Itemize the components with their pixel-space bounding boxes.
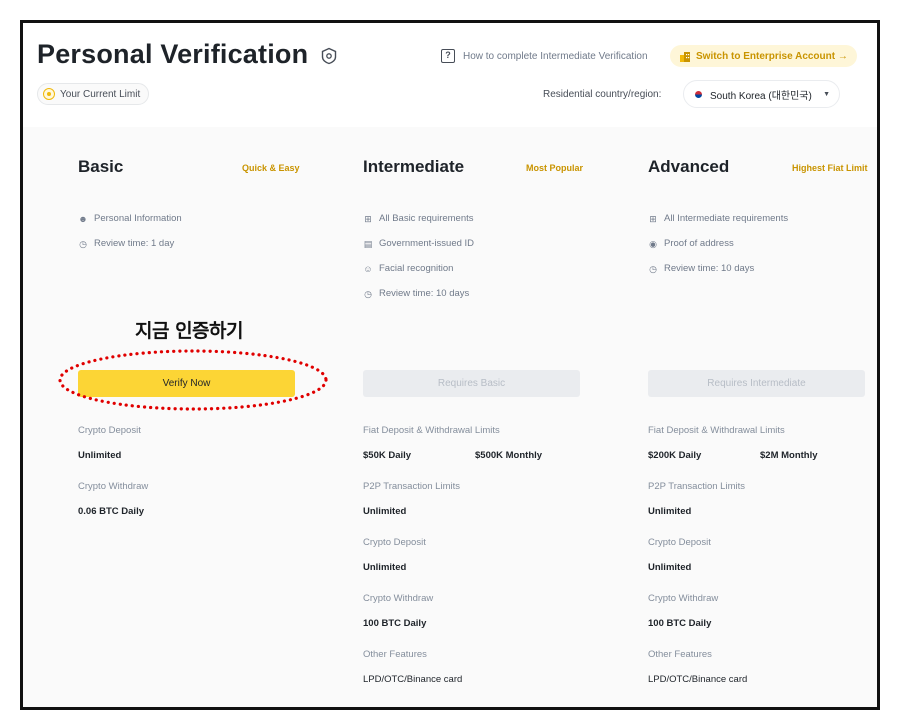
building-icon xyxy=(680,51,690,62)
requirement-item: ◷ Review time: 10 days xyxy=(363,288,469,299)
requirement-text: Proof of address xyxy=(664,238,734,249)
limit-value: $50K Daily xyxy=(363,450,412,461)
country-value: South Korea (대한민국) xyxy=(710,90,812,102)
limit-value: Unlimited xyxy=(363,506,407,517)
tier-name: Intermediate xyxy=(363,157,465,176)
limit-value: 0.06 BTC Daily xyxy=(78,506,144,517)
limit-label: Crypto Deposit xyxy=(78,425,141,436)
limit-value: Unlimited xyxy=(648,506,692,517)
limit-value: Unlimited xyxy=(78,450,122,461)
document-icon: ? xyxy=(441,49,455,63)
chevron-down-icon: ▼ xyxy=(823,91,830,98)
requirement-text: Review time: 10 days xyxy=(379,288,470,299)
requirement-text: Review time: 10 days xyxy=(664,263,755,274)
requirement-text: Government-issued ID xyxy=(379,238,475,249)
requirement-item: ⊞ All Intermediate requirements xyxy=(648,213,788,224)
page-header: Personal Verification Your Current Limit… xyxy=(23,23,877,127)
current-limit-label: Your Current Limit xyxy=(60,88,141,100)
person-icon: ☻ xyxy=(78,213,88,224)
face-icon: ☺ xyxy=(363,263,373,274)
requirement-item: ◉ Proof of address xyxy=(648,238,734,249)
korea-flag-icon xyxy=(692,89,704,99)
switch-enterprise-button[interactable]: Switch to Enterprise Account → xyxy=(670,45,857,67)
clock-icon: ◷ xyxy=(364,288,372,299)
limit-value: $2M Monthly xyxy=(760,450,818,461)
current-limit-button[interactable]: Your Current Limit xyxy=(37,83,150,105)
limit-value: 100 BTC Daily xyxy=(648,618,712,629)
shield-icon[interactable] xyxy=(320,47,338,65)
clock-icon: ◷ xyxy=(79,238,87,249)
limit-label: Crypto Withdraw xyxy=(648,593,719,604)
tier-name: Advanced xyxy=(648,157,730,176)
limit-label: Crypto Withdraw xyxy=(363,593,434,604)
country-select[interactable]: South Korea (대한민국) ▼ xyxy=(683,80,840,108)
tier-tag: Highest Fiat Limit xyxy=(792,163,868,173)
tier-name: Basic xyxy=(78,157,124,176)
requirement-item: ▤ Government-issued ID xyxy=(363,238,474,249)
clock-icon: ◷ xyxy=(649,263,657,274)
tier-tag: Quick & Easy xyxy=(242,163,300,173)
limit-value: Unlimited xyxy=(648,562,692,573)
tier-tag: Most Popular xyxy=(526,163,584,173)
limit-value: $500K Monthly xyxy=(475,450,543,461)
limit-label: P2P Transaction Limits xyxy=(363,481,460,492)
requires-intermediate-button[interactable]: Requires Intermediate xyxy=(648,370,865,397)
requirement-text: Facial recognition xyxy=(379,263,454,274)
grid-icon: ⊞ xyxy=(364,213,372,224)
requirement-item: ◷ Review time: 1 day xyxy=(78,238,174,249)
coin-icon xyxy=(43,88,55,100)
location-pin-icon: ◉ xyxy=(649,238,657,249)
limit-value: LPD/OTC/Binance card xyxy=(363,674,463,685)
howto-text: How to complete Intermediate Verificatio… xyxy=(463,50,648,62)
howto-link[interactable]: ? How to complete Intermediate Verificat… xyxy=(441,49,648,63)
limit-label: Crypto Deposit xyxy=(648,537,711,548)
limit-label: Fiat Deposit & Withdrawal Limits xyxy=(648,425,785,436)
limit-value: $200K Daily xyxy=(648,450,702,461)
screenshot-frame: Personal Verification Your Current Limit… xyxy=(20,20,880,710)
limit-label: Crypto Deposit xyxy=(363,537,426,548)
limit-value: 100 BTC Daily xyxy=(363,618,427,629)
requirement-text: Review time: 1 day xyxy=(94,238,175,249)
limit-label: Fiat Deposit & Withdrawal Limits xyxy=(363,425,500,436)
limit-value: LPD/OTC/Binance card xyxy=(648,674,748,685)
limit-label: P2P Transaction Limits xyxy=(648,481,745,492)
annotation-ellipse xyxy=(58,349,328,411)
limit-value: Unlimited xyxy=(363,562,407,573)
requirement-item: ◷ Review time: 10 days xyxy=(648,263,754,274)
requirement-text: All Basic requirements xyxy=(379,213,474,224)
residence-label: Residential country/region: xyxy=(543,89,662,100)
requirement-item: ☻ Personal Information xyxy=(78,213,182,224)
requirement-text: All Intermediate requirements xyxy=(664,213,789,224)
requirement-item: ☺ Facial recognition xyxy=(363,263,453,274)
limit-label: Other Features xyxy=(363,649,427,660)
limit-label: Crypto Withdraw xyxy=(78,481,149,492)
id-card-icon: ▤ xyxy=(363,238,373,249)
grid-icon: ⊞ xyxy=(649,213,657,224)
limit-label: Other Features xyxy=(648,649,712,660)
page-title: Personal Verification xyxy=(37,39,309,69)
requires-basic-button[interactable]: Requires Basic xyxy=(363,370,580,397)
requirement-text: Personal Information xyxy=(94,213,182,224)
requirement-item: ⊞ All Basic requirements xyxy=(363,213,474,224)
enterprise-label: Switch to Enterprise Account → xyxy=(696,50,848,62)
annotation-label: 지금 인증하기 xyxy=(135,320,244,342)
